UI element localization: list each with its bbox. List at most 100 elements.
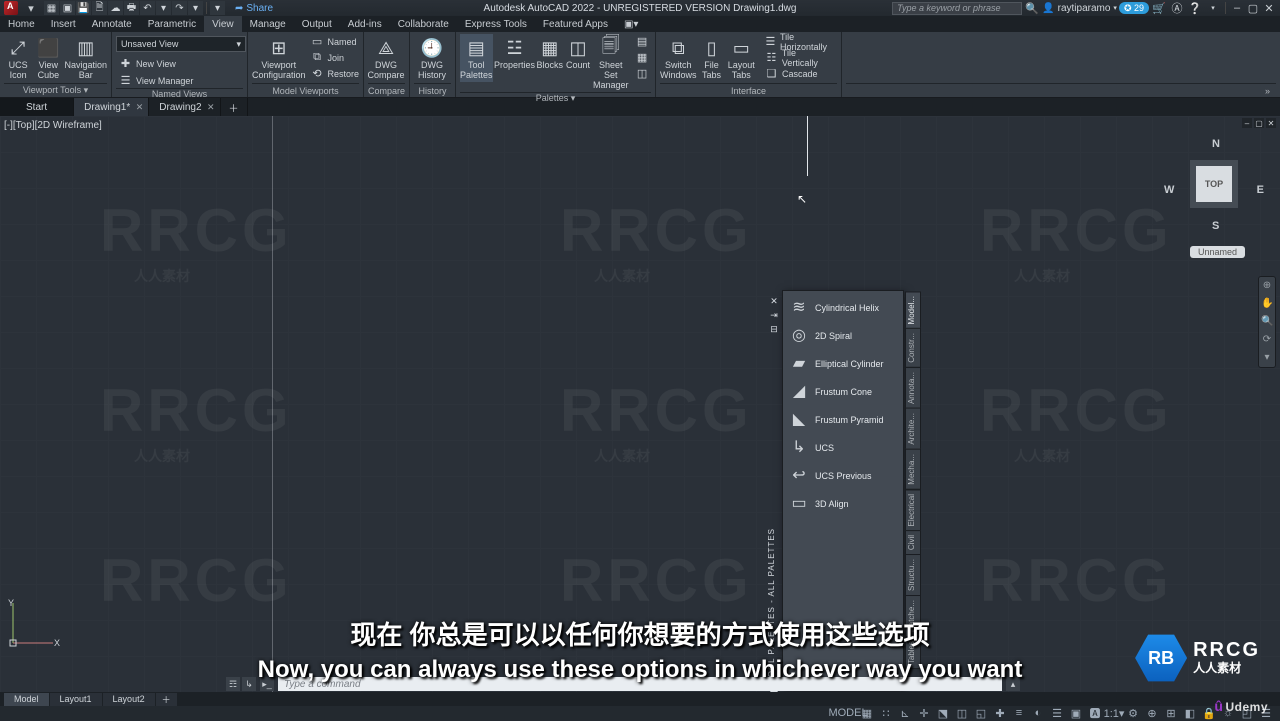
palette-tab[interactable]: Civil <box>905 530 921 555</box>
qat-dd-icon[interactable]: ▾ <box>210 1 225 15</box>
tab-collaborate[interactable]: Collaborate <box>390 16 457 32</box>
command-input[interactable]: Type a command <box>278 677 1002 691</box>
qp-icon[interactable]: ☰ <box>1049 706 1065 720</box>
viewcube-ucs-tag[interactable]: Unnamed <box>1190 246 1245 258</box>
pal-sm2[interactable]: ▦ <box>633 50 652 65</box>
tool-palettes-button[interactable]: ▤Tool Palettes <box>460 34 493 82</box>
share-button[interactable]: ➦ Share <box>235 3 273 14</box>
file-tab-drawing2[interactable]: Drawing2✕ <box>149 98 220 116</box>
palette-options-icon[interactable]: ⊟ <box>768 323 780 335</box>
sheetset-button[interactable]: 🗐Sheet Set Manager <box>593 34 629 92</box>
palette-tab[interactable]: Constr... <box>905 328 921 368</box>
nav-orbit-icon[interactable]: ⟳ <box>1261 334 1273 346</box>
switch-windows-button[interactable]: ⧉Switch Windows <box>660 34 697 82</box>
viewcube-e[interactable]: E <box>1257 184 1264 196</box>
qat-redo-dd-icon[interactable]: ▾ <box>188 1 203 15</box>
palette-tab[interactable]: Annota... <box>905 367 921 409</box>
tab-insert[interactable]: Insert <box>43 16 84 32</box>
pal-sm3[interactable]: ◫ <box>633 66 652 81</box>
app-menu-dropdown[interactable]: ▾ <box>22 2 40 15</box>
qat-open-icon[interactable]: ▣ <box>60 1 75 15</box>
qat-redo-icon[interactable]: ↷ <box>172 1 187 15</box>
tab-featured[interactable]: Featured Apps <box>535 16 616 32</box>
view-combo[interactable]: Unsaved View▾ <box>116 36 246 52</box>
polar-icon[interactable]: ✛ <box>916 706 932 720</box>
pal-sm1[interactable]: ▤ <box>633 34 652 49</box>
da-max-icon[interactable]: ▢ <box>1254 118 1264 128</box>
da-min-icon[interactable]: – <box>1242 118 1252 128</box>
viewcube[interactable]: N S E W TOP Unnamed <box>1164 138 1264 258</box>
transp-icon[interactable]: ◐ <box>1030 706 1046 720</box>
ribbon-overflow[interactable]: » <box>846 83 1276 97</box>
palette-item[interactable]: ◎2D Spiral <box>783 322 903 350</box>
add-layout-button[interactable]: ＋ <box>156 693 177 706</box>
tab-expand-icon[interactable]: ▣▾ <box>616 16 646 32</box>
sc-icon[interactable]: ▣ <box>1068 706 1084 720</box>
nav-pan-icon[interactable]: ✋ <box>1261 298 1273 310</box>
cmd-recent-icon[interactable]: ↳ <box>242 677 256 691</box>
help-dd-icon[interactable]: ▾ <box>1205 1 1221 15</box>
qat-save-icon[interactable]: 💾 <box>76 1 91 15</box>
viewcube-w[interactable]: W <box>1164 184 1174 196</box>
new-tab-button[interactable]: ＋ <box>221 98 248 116</box>
tab-addins[interactable]: Add-ins <box>340 16 390 32</box>
palette-item[interactable]: ◣Frustum Pyramid <box>783 406 903 434</box>
snap-icon[interactable]: ∷ <box>878 706 894 720</box>
vp-restore-button[interactable]: ⟲Restore <box>308 66 363 81</box>
navigation-bar[interactable]: ⊕ ✋ 🔍 ⟳ ▾ <box>1258 276 1276 368</box>
panel-viewport-tools[interactable]: Viewport Tools ▾ <box>4 83 107 97</box>
da-close-icon[interactable]: ✕ <box>1266 118 1276 128</box>
autodesk-badge[interactable]: ✪ 29 <box>1119 2 1149 14</box>
ucs-icon-button[interactable]: ⤢ UCS Icon <box>4 34 32 82</box>
close-icon[interactable]: ✕ <box>1262 2 1276 14</box>
scale-icon[interactable]: 1:1▾ <box>1106 706 1122 720</box>
qat-undo-icon[interactable]: ↶ <box>140 1 155 15</box>
vp-named-button[interactable]: ▭Named <box>308 34 363 49</box>
nav-wheel-icon[interactable]: ⊕ <box>1261 280 1273 292</box>
dwg-history-button[interactable]: 🕘DWG History <box>414 34 450 82</box>
units-icon[interactable]: ⊞ <box>1163 706 1179 720</box>
drawing-canvas[interactable]: [-][Top][2D Wireframe] – ▢ ✕ ↖ RRCG 人人素材… <box>0 116 1280 692</box>
user-account[interactable]: 👤 raytiparamo ▾ <box>1042 3 1117 14</box>
qat-new-icon[interactable]: ▦ <box>44 1 59 15</box>
blocks-button[interactable]: ▦Blocks <box>537 34 564 72</box>
annomon-icon[interactable]: ⊕ <box>1144 706 1160 720</box>
viewport-label[interactable]: [-][Top][2D Wireframe] <box>4 120 102 131</box>
minimize-icon[interactable]: – <box>1230 2 1244 14</box>
dyn-icon[interactable]: ✚ <box>992 706 1008 720</box>
palette-item[interactable]: ↳UCS <box>783 434 903 462</box>
palette-tab[interactable]: Hatche... <box>905 595 921 637</box>
maximize-icon[interactable]: ▢ <box>1246 2 1260 14</box>
palette-tab[interactable]: Model... <box>905 291 921 329</box>
viewcube-button[interactable]: ⬛ View Cube <box>34 34 62 82</box>
app-icon[interactable] <box>4 1 18 15</box>
vp-join-button[interactable]: ⧉Join <box>308 50 363 65</box>
tab-express[interactable]: Express Tools <box>457 16 535 32</box>
cascade-button[interactable]: ❑Cascade <box>762 66 837 81</box>
palette-tab[interactable]: Structu... <box>905 554 921 596</box>
tool-palettes-panel[interactable]: ✕ ⇥ ⊟ TOOL PALETTES - ALL PALETTES ☰ ≋Cy… <box>782 290 904 690</box>
tab-manage[interactable]: Manage <box>242 16 294 32</box>
lwt-icon[interactable]: ≡ <box>1011 706 1027 720</box>
cart-icon[interactable]: 🛒 <box>1151 1 1167 15</box>
tab-home[interactable]: Home <box>0 16 43 32</box>
ucs-icon-canvas[interactable]: Y X <box>8 598 58 648</box>
tab-output[interactable]: Output <box>294 16 340 32</box>
palette-item[interactable]: ▭3D Align <box>783 490 903 518</box>
cmd-history-icon[interactable]: ☶ <box>226 677 240 691</box>
layout-tabs-button[interactable]: ▭Layout Tabs <box>727 34 756 82</box>
apps-icon[interactable]: Ⓐ <box>1169 1 1185 15</box>
view-manager-button[interactable]: ☰View Manager <box>116 73 243 88</box>
close-tab-icon[interactable]: ✕ <box>136 102 144 113</box>
qview-icon[interactable]: ◧ <box>1182 706 1198 720</box>
qat-saveas-icon[interactable]: 🗎 <box>92 1 107 15</box>
navbar-button[interactable]: ▥ Navigation Bar <box>64 34 107 82</box>
model-tab[interactable]: Model <box>4 693 49 706</box>
palette-tab[interactable]: Electrical <box>905 489 921 531</box>
search-icon[interactable]: 🔍 <box>1024 1 1040 15</box>
palette-tab[interactable]: Mecha... <box>905 449 921 490</box>
tab-annotate[interactable]: Annotate <box>84 16 140 32</box>
file-tabs-button[interactable]: ▯File Tabs <box>699 34 725 82</box>
count-button[interactable]: ◫Count <box>565 34 591 72</box>
grid-icon[interactable]: ▦ <box>859 706 875 720</box>
